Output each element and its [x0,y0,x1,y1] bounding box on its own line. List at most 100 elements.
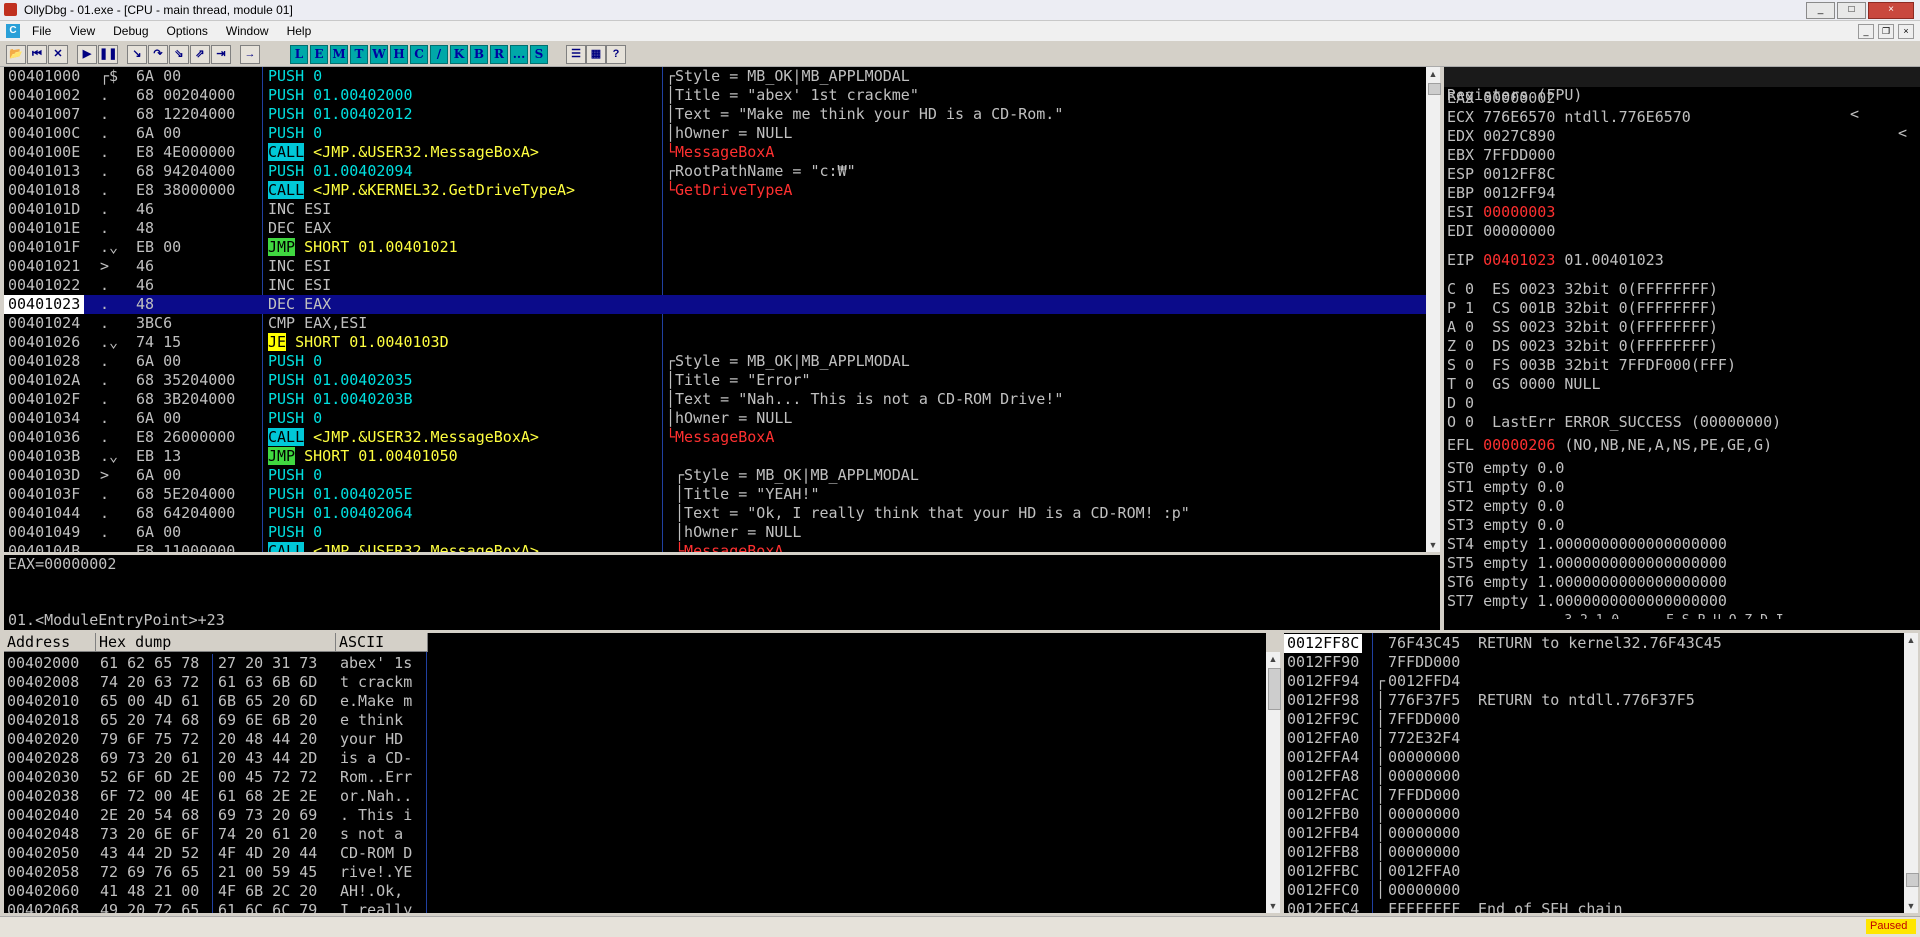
toolbar-window-t-button[interactable]: T [350,45,368,64]
scroll-up-arrow[interactable]: ▲ [1426,67,1440,81]
disasm-row[interactable]: 00401018. E8 38000000 CALL <JMP.&KERNEL32.… [4,181,1426,200]
disasm-row[interactable]: 00401049. 6A 00 PUSH 0 │hOwner = NULL [4,523,1426,542]
flag-value[interactable]: S 0 [1447,356,1474,374]
flag-row[interactable]: A 0 SS 0023 32bit 0(FFFFFFFF) [1447,318,1784,337]
toolbar-window-k-button[interactable]: K [450,45,468,64]
scroll-thumb[interactable] [1268,668,1281,710]
flag-value[interactable]: P 1 [1447,299,1474,317]
flag-value[interactable]: T 0 [1447,375,1474,393]
disasm-row[interactable]: 0040104B. E8 11000000 CALL <JMP.&USER32.Me… [4,542,1426,552]
menu-debug[interactable]: Debug [113,24,148,38]
list-icon[interactable]: ☰ [566,45,586,64]
scroll-down-arrow[interactable]: ▼ [1426,538,1440,552]
pause-icon[interactable]: ❚❚ [98,45,118,64]
flag-row[interactable]: D 0 [1447,394,1784,413]
scroll-thumb[interactable] [1428,83,1441,95]
disasm-row[interactable]: 0040101E. 48 DEC EAX [4,219,1426,238]
grid-icon[interactable]: ▦ [586,45,606,64]
scroll-up-arrow[interactable]: ▲ [1904,633,1918,647]
flag-value[interactable]: C 0 [1447,280,1474,298]
flag-value[interactable]: Z 0 [1447,337,1474,355]
menu-options[interactable]: Options [167,24,208,38]
fpu-register[interactable]: ST6 empty 1.0000000000000000000 [1447,573,1784,592]
dump-header-address[interactable]: Address [4,633,96,652]
restart-icon[interactable]: ⏮ [27,45,47,64]
register-value[interactable]: 00000003 [1483,203,1555,221]
disasm-row[interactable]: 00401024. 3BC6 CMP EAX,ESI [4,314,1426,333]
close-button[interactable]: × [1868,2,1914,19]
toolbar-window-c-button[interactable]: C [410,45,428,64]
disasm-row[interactable]: 0040102A. 68 35204000 PUSH 01.00402035 │Tit… [4,371,1426,390]
disasm-row[interactable]: 00401036. E8 26000000 CALL <JMP.&USER32.Me… [4,428,1426,447]
register-value[interactable]: 0027C890 [1483,127,1555,145]
goto-icon[interactable]: → [240,45,260,64]
dump-header-ascii[interactable]: ASCII [336,633,428,652]
registers-prev-arrow[interactable]: < [1850,105,1859,124]
toolbar-window-s-button[interactable]: S [530,45,548,64]
dump-header-hex[interactable]: Hex dump [96,633,336,652]
menu-window[interactable]: Window [226,24,269,38]
register-value[interactable]: 00000000 [1483,222,1555,240]
toolbar-window-e-button[interactable]: E [310,45,328,64]
maximize-button[interactable]: □ [1837,2,1866,19]
open-icon[interactable]: 📂 [6,45,26,64]
disasm-row[interactable]: 0040103F. 68 5E204000 PUSH 01.0040205E │Ti… [4,485,1426,504]
close-icon[interactable]: ✕ [48,45,68,64]
disasm-row[interactable]: 00401013. 68 94204000 PUSH 01.00402094 ┌Roo… [4,162,1426,181]
registers-pane[interactable]: Registers (FPU) < < EAX 00000002 ECX 776… [1444,67,1920,630]
register-efl[interactable]: EFL 00000206 (NO,NB,NE,A,NS,PE,GE,G) [1447,436,1784,455]
scroll-down-arrow[interactable]: ▼ [1266,899,1280,913]
register-ebx[interactable]: EBX 7FFDD000 [1447,146,1784,165]
flag-row[interactable]: S 0 FS 003B 32bit 7FFDF000(FFF) [1447,356,1784,375]
scroll-up-arrow[interactable]: ▲ [1266,652,1280,666]
disasm-row[interactable]: 00401034. 6A 00 PUSH 0 │hOwner = NULL [4,409,1426,428]
disasm-row[interactable]: 0040101D. 46 INC ESI [4,200,1426,219]
mdi-minimize-button[interactable]: _ [1858,24,1874,39]
disasm-row[interactable]: 00401002. 68 00204000 PUSH 01.00402000 │Tit… [4,86,1426,105]
disasm-row[interactable]: 0040100E. E8 4E000000 CALL <JMP.&USER32.Me… [4,143,1426,162]
fpu-register[interactable]: ST5 empty 1.0000000000000000000 [1447,554,1784,573]
execute-till-return-icon[interactable]: ⇥ [211,45,231,64]
register-eax[interactable]: EAX 00000002 [1447,89,1784,108]
disasm-row[interactable]: 00401022. 46 INC ESI [4,276,1426,295]
disasm-row[interactable]: 0040103B .⌄ EB 13 JMP SHORT 01.00401050 [4,447,1426,466]
flag-value[interactable]: D 0 [1447,394,1474,412]
registers-next-arrow[interactable]: < [1898,124,1907,143]
register-edx[interactable]: EDX 0027C890 [1447,127,1784,146]
flag-row[interactable]: C 0 ES 0023 32bit 0(FFFFFFFF) [1447,280,1784,299]
step-into-icon[interactable]: ↘ [127,45,147,64]
help-icon[interactable]: ? [606,45,626,64]
toolbar-window-h-button[interactable]: H [390,45,408,64]
flag-value[interactable]: A 0 [1447,318,1474,336]
toolbar-window-patches-button[interactable]: / [430,45,448,64]
menu-file[interactable]: File [32,24,51,38]
flag-row[interactable]: O 0 LastErr ERROR_SUCCESS (00000000) [1447,413,1784,432]
step-over-icon[interactable]: ↷ [148,45,168,64]
dump-scrollbar[interactable]: ▲ ▼ [1266,652,1281,913]
toolbar-window-runtrace-button[interactable]: ... [510,45,528,64]
minimize-button[interactable]: _ [1806,2,1835,19]
toolbar-window-m-button[interactable]: M [330,45,348,64]
disassembly-scrollbar[interactable]: ▲ ▼ [1426,67,1441,552]
fpu-register[interactable]: ST4 empty 1.0000000000000000000 [1447,535,1784,554]
fpu-register[interactable]: ST0 empty 0.0 [1447,459,1784,478]
register-ebp[interactable]: EBP 0012FF94 [1447,184,1784,203]
fpu-register[interactable]: ST2 empty 0.0 [1447,497,1784,516]
fpu-register[interactable]: ST1 empty 0.0 [1447,478,1784,497]
register-ecx[interactable]: ECX 776E6570 ntdll.776E6570 [1447,108,1784,127]
register-value[interactable]: 00000206 [1483,436,1555,454]
stack-pane[interactable]: 0012FF8C 76F43C45 RETURN to kernel32.76F43… [1284,633,1904,913]
register-value[interactable]: 0012FF8C [1483,165,1555,183]
disasm-row[interactable]: 0040102F. 68 3B204000 PUSH 01.0040203B │Tex… [4,390,1426,409]
mdi-restore-button[interactable]: ❐ [1878,24,1894,39]
disasm-row[interactable]: 00401007. 68 12204000 PUSH 01.00402012 │Tex… [4,105,1426,124]
disasm-row[interactable]: 00401023. 48 DEC EAX [4,295,1426,314]
register-edi[interactable]: EDI 00000000 [1447,222,1784,241]
disasm-row[interactable]: 00401021 >46 INC ESI [4,257,1426,276]
toolbar-window-l-button[interactable]: L [290,45,308,64]
disassembly-pane[interactable]: 00401000 ┌$ 6A 00 PUSH 0 ┌Style = MB_OK|MB_A… [4,67,1426,552]
stack-scrollbar[interactable]: ▲ ▼ [1904,633,1919,913]
fpu-register[interactable]: ST3 empty 0.0 [1447,516,1784,535]
disasm-row[interactable]: 0040100C. 6A 00 PUSH 0 │hOwner = NULL [4,124,1426,143]
mdi-close-button[interactable]: × [1898,24,1914,39]
